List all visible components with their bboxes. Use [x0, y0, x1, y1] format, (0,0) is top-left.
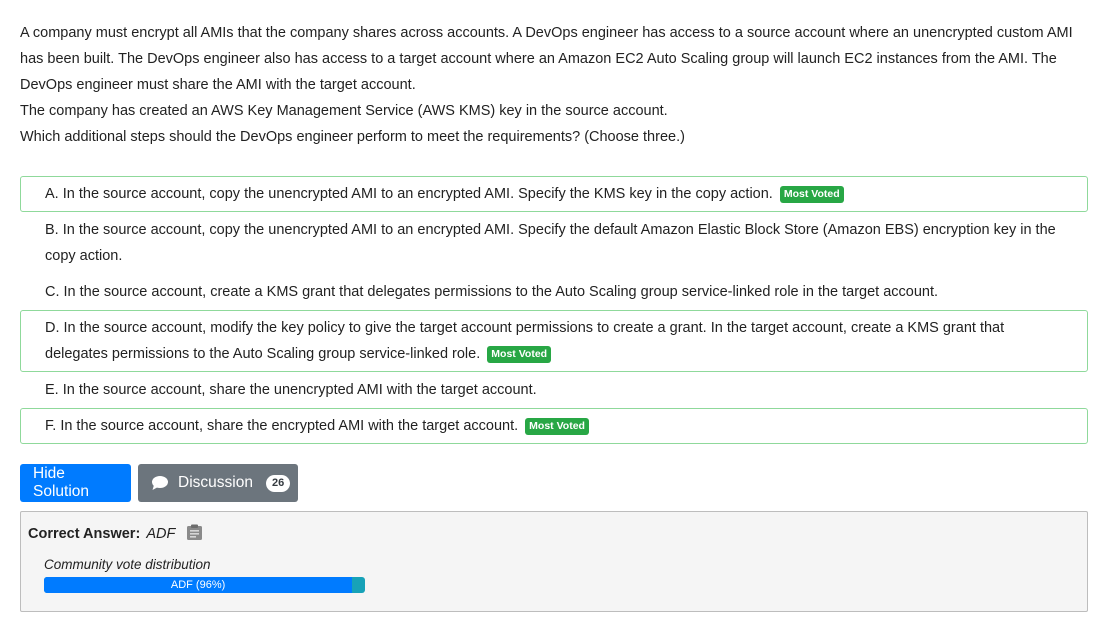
vote-progress-fill: ADF (96%)	[44, 577, 353, 593]
vote-progress-bar: ADF (96%)	[44, 577, 365, 593]
choice-d[interactable]: D. In the source account, modify the key…	[20, 310, 1088, 372]
correct-answer-line: Correct Answer: ADF	[28, 524, 1080, 544]
choice-letter: E.	[45, 382, 59, 398]
hide-solution-label: Hide Solution	[33, 465, 90, 500]
question-paragraph: A company must encrypt all AMIs that the…	[20, 25, 1073, 93]
choice-letter: B.	[45, 222, 59, 238]
hide-solution-button[interactable]: Hide Solution	[20, 464, 131, 502]
choice-text: In the source account, copy the unencryp…	[45, 222, 1056, 264]
choice-text: In the source account, share the unencry…	[62, 382, 537, 398]
choice-text: In the source account, copy the unencryp…	[62, 186, 773, 202]
choice-letter: A.	[45, 186, 59, 202]
answer-panel: Correct Answer: ADF Community vote distr…	[20, 511, 1088, 612]
question-body: A company must encrypt all AMIs that the…	[20, 20, 1088, 150]
most-voted-badge: Most Voted	[525, 418, 589, 435]
question-paragraph: The company has created an AWS Key Manag…	[20, 103, 668, 119]
choice-f[interactable]: F. In the source account, share the encr…	[20, 408, 1088, 444]
action-buttons: Hide Solution Discussion 26	[20, 464, 1088, 502]
question-paragraph: Which additional steps should the DevOps…	[20, 129, 685, 145]
most-voted-badge: Most Voted	[487, 346, 552, 363]
correct-answer-value: ADF	[146, 526, 176, 542]
chat-bubble-icon	[151, 475, 169, 491]
question-card: A company must encrypt all AMIs that the…	[0, 0, 1108, 612]
choice-letter: F.	[45, 418, 57, 434]
vote-distribution-title: Community vote distribution	[44, 557, 211, 572]
choice-text: In the source account, create a KMS gran…	[63, 284, 939, 300]
vote-distribution: Community vote distribution ADF (96%)	[28, 556, 1080, 593]
choice-a[interactable]: A. In the source account, copy the unenc…	[20, 176, 1088, 212]
discussion-label: Discussion	[178, 474, 253, 491]
choice-e[interactable]: E. In the source account, share the unen…	[20, 372, 1088, 408]
discussion-count-badge: 26	[265, 474, 291, 492]
discussion-button[interactable]: Discussion 26	[138, 464, 298, 502]
choices-list: A. In the source account, copy the unenc…	[20, 176, 1088, 444]
most-voted-badge: Most Voted	[779, 186, 844, 203]
choice-letter: C.	[45, 284, 60, 300]
choice-b[interactable]: B. In the source account, copy the unenc…	[20, 212, 1088, 274]
clipboard-icon[interactable]	[186, 524, 203, 541]
choice-letter: D.	[45, 320, 60, 336]
choice-text: In the source account, share the encrypt…	[60, 418, 519, 434]
choice-c[interactable]: C. In the source account, create a KMS g…	[20, 274, 1088, 310]
correct-answer-label: Correct Answer:	[28, 526, 141, 542]
